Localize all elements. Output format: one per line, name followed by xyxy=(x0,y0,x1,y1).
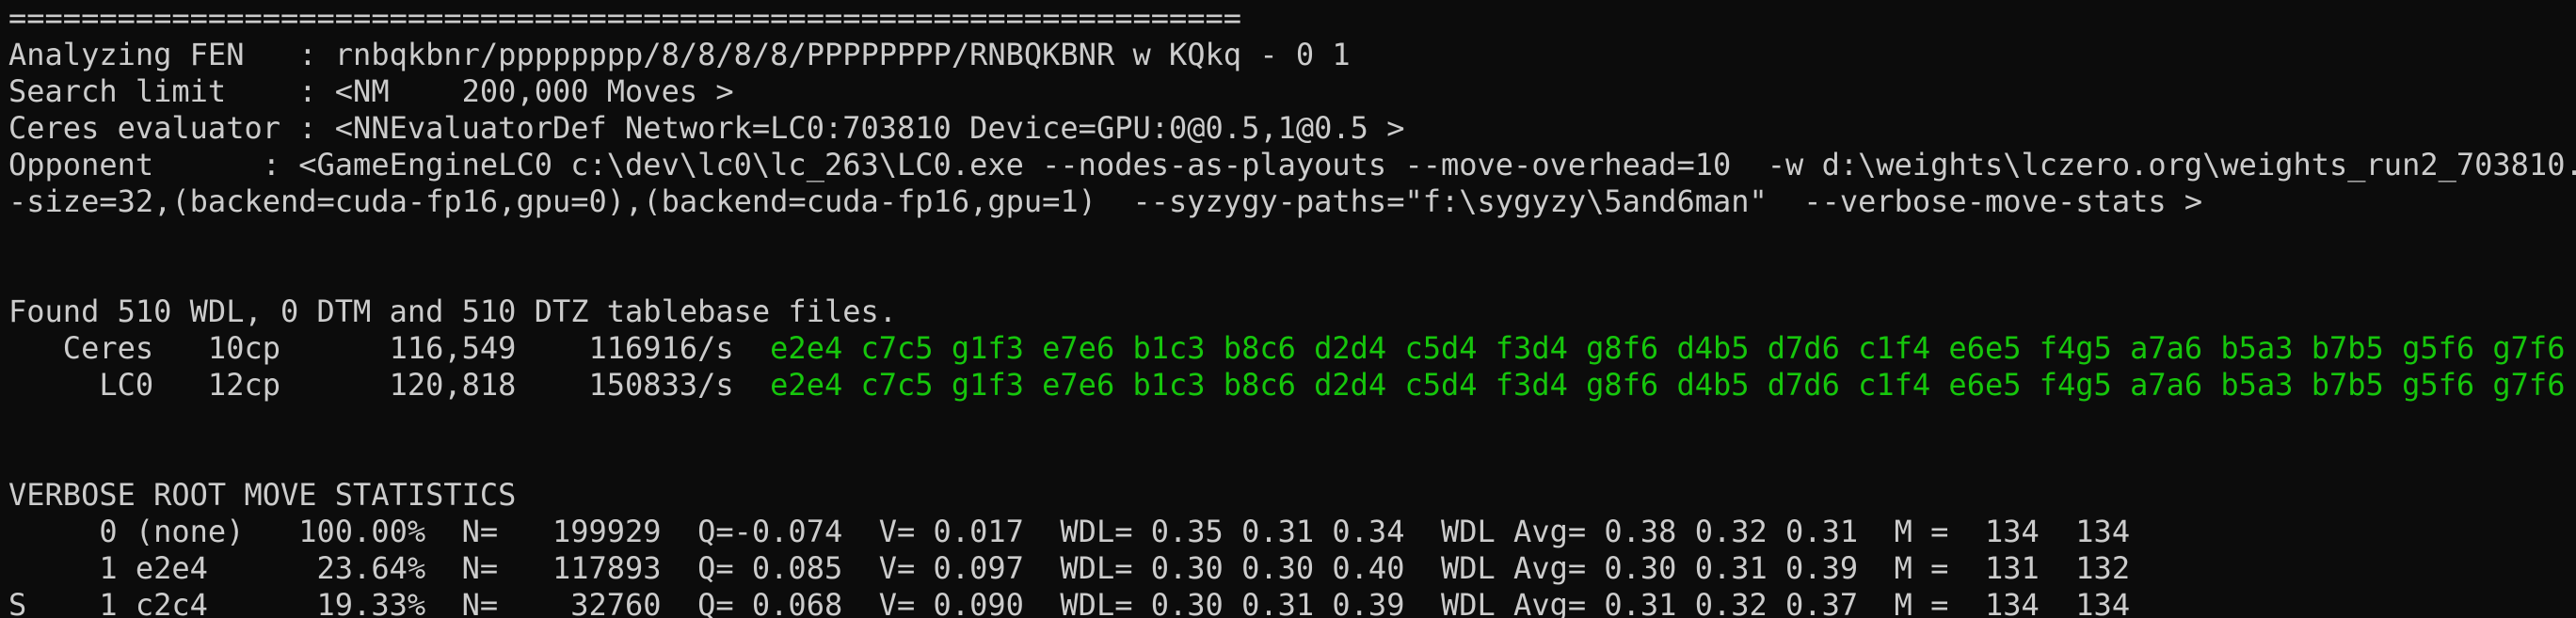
evaluator-line: Ceres evaluator : <NNEvaluatorDef Networ… xyxy=(8,110,1405,146)
move-stats-row: 0 (none) 100.00% N= 199929 Q=-0.074 V= 0… xyxy=(8,514,2131,549)
opponent-line: Opponent : <GameEngineLC0 c:\dev\lc0\lc_… xyxy=(8,147,2576,182)
engine-row-ceres: Ceres 10cp 116,549 116916/s e2e4 c7c5 g1… xyxy=(8,330,2576,367)
principal-variation: e2e4 c7c5 g1f3 e7e6 b1c3 b8c6 d2d4 c5d4 … xyxy=(770,330,2566,366)
engine-row-lc0: LC0 12cp 120,818 150833/s e2e4 c7c5 g1f3… xyxy=(8,367,2576,404)
tablebase-line: Found 510 WDL, 0 DTM and 510 DTZ tableba… xyxy=(8,293,898,329)
search-limit-line: Search limit : <NM 200,000 Moves > xyxy=(8,73,734,109)
fen-line: Analyzing FEN : rnbqkbnr/pppppppp/8/8/8/… xyxy=(8,37,1351,72)
principal-variation: e2e4 c7c5 g1f3 e7e6 b1c3 b8c6 d2d4 c5d4 … xyxy=(770,367,2566,403)
move-stats-row: 1 e2e4 23.64% N= 117893 Q= 0.085 V= 0.09… xyxy=(8,550,2131,586)
engine-stats: LC0 12cp 120,818 150833/s xyxy=(8,367,771,403)
engine-stats: Ceres 10cp 116,549 116916/s xyxy=(8,330,771,366)
separator-line: ========================================… xyxy=(8,0,1242,36)
opponent-continuation-line: -size=32,(backend=cuda-fp16,gpu=0),(back… xyxy=(8,183,2203,219)
move-stats-row: S 1 c2c4 19.33% N= 32760 Q= 0.068 V= 0.0… xyxy=(8,587,2131,618)
verbose-title: VERBOSE ROOT MOVE STATISTICS xyxy=(8,477,517,513)
terminal-window[interactable]: ========================================… xyxy=(0,0,2576,618)
